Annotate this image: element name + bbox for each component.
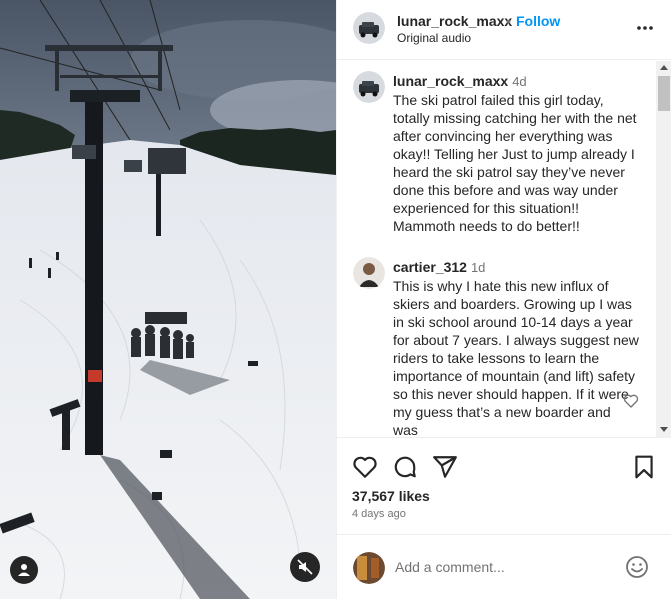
comment-like-button[interactable]	[623, 393, 639, 409]
comment-username[interactable]: lunar_rock_maxx	[393, 73, 508, 89]
commenter-avatar[interactable]	[353, 71, 385, 103]
share-icon	[433, 456, 457, 478]
post-media[interactable]	[0, 0, 336, 599]
comment-text: The ski patrol failed this girl today, t…	[393, 92, 637, 234]
share-button[interactable]	[432, 454, 458, 480]
more-options-icon	[637, 26, 653, 30]
comment-time[interactable]: 4d	[512, 74, 526, 89]
post-actions: 37,567 likes 4 days ago	[337, 437, 671, 534]
more-options-button[interactable]	[635, 18, 655, 38]
post-panel: lunar_rock_maxx • Follow Original audio …	[336, 0, 671, 599]
comment-username[interactable]: cartier_312	[393, 259, 467, 275]
comment-time[interactable]: 1d	[471, 260, 485, 275]
post-header: lunar_rock_maxx • Follow Original audio	[337, 0, 671, 60]
likes-count[interactable]: 37,567 likes	[352, 488, 430, 504]
emoji-picker-button[interactable]	[625, 555, 649, 579]
comment-item: cartier_312 1d This is why I hate this ne…	[393, 258, 639, 437]
scrollbar-thumb[interactable]	[658, 76, 670, 111]
save-button[interactable]	[631, 454, 657, 480]
current-user-avatar-image	[353, 552, 385, 584]
heart-icon	[623, 394, 639, 408]
comment-button[interactable]	[392, 454, 418, 480]
comment-input[interactable]	[395, 555, 615, 579]
current-user-avatar	[353, 552, 385, 584]
user-tag-button[interactable]	[10, 556, 38, 584]
post-timestamp[interactable]: 4 days ago	[352, 508, 406, 520]
comment-item: lunar_rock_maxx 4d The ski patrol failed …	[393, 72, 639, 235]
author-avatar[interactable]	[353, 12, 385, 44]
heart-icon	[353, 456, 377, 478]
muted-speaker-icon	[297, 559, 313, 575]
mute-toggle-button[interactable]	[290, 552, 320, 582]
comments-scrollbar[interactable]	[656, 61, 671, 437]
commenter-avatar[interactable]	[353, 257, 385, 289]
user-tag-icon	[18, 564, 30, 576]
ski-lift-scene-image	[0, 0, 336, 599]
follow-button[interactable]: Follow	[516, 13, 560, 29]
emoji-icon	[626, 556, 648, 578]
commenter-avatar-image	[353, 71, 385, 103]
author-username[interactable]: lunar_rock_maxx	[397, 13, 512, 29]
author-avatar-image	[353, 12, 385, 44]
commenter-avatar-image	[353, 257, 385, 289]
scroll-down-arrow-icon[interactable]	[660, 427, 668, 432]
like-button[interactable]	[352, 454, 378, 480]
comment-text: This is why I hate this new influx of sk…	[393, 278, 639, 437]
separator-dot: •	[506, 13, 511, 29]
scroll-up-arrow-icon[interactable]	[660, 65, 668, 70]
audio-label[interactable]: Original audio	[397, 31, 471, 45]
bookmark-icon	[635, 455, 653, 479]
comment-icon	[394, 456, 416, 478]
comments-list[interactable]: lunar_rock_maxx 4d The ski patrol failed …	[337, 61, 671, 437]
add-comment-section	[337, 534, 671, 599]
